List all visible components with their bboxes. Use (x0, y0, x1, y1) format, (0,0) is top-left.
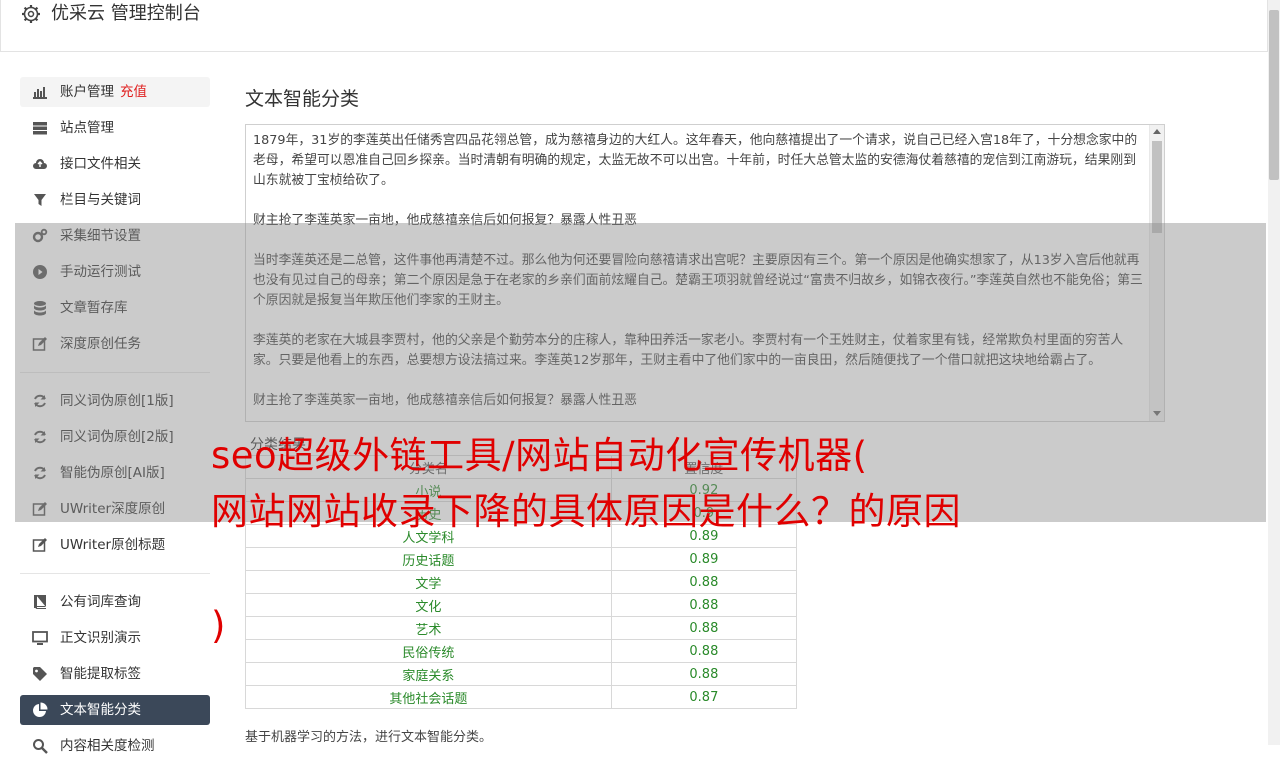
category-cell: 其他社会话题 (245, 685, 612, 709)
sidebar-item-columns-keywords[interactable]: 栏目与关键词 (20, 185, 210, 215)
text-paragraph: 1879年，31岁的李莲英出任储秀宫四品花翎总管，成为慈禧身边的大红人。这年春天… (253, 133, 1138, 188)
sidebar-item-relevance-check[interactable]: 内容相关度检测 (20, 731, 210, 761)
sidebar-item-label: 文本智能分类 (60, 702, 141, 718)
top-bar: 优采云 管理控制台 (0, 0, 1268, 52)
gear-icon (22, 5, 40, 23)
headline-line-1: seo超级外链工具/网站自动化宣传机器( (211, 434, 868, 477)
sidebar-item-label: 公有词库查询 (60, 594, 141, 610)
confidence-cell: 0.88 (610, 616, 798, 640)
book-icon (34, 595, 46, 609)
filter-icon (34, 194, 46, 206)
table-row: 艺术 0.88 (245, 616, 798, 640)
sidebar-item-text-classification[interactable]: 文本智能分类 (20, 695, 210, 725)
recharge-link[interactable]: 充值 (120, 84, 147, 100)
search-icon (33, 739, 48, 754)
edit-icon (32, 538, 47, 552)
confidence-cell: 0.88 (610, 593, 798, 617)
monitor-icon (32, 631, 48, 645)
table-row: 家庭关系 0.88 (245, 662, 798, 686)
sidebar-item-account[interactable]: 账户管理 充值 (20, 77, 210, 107)
category-cell: 民俗传统 (245, 639, 612, 663)
sidebar-item-sites[interactable]: 站点管理 (20, 113, 210, 143)
category-cell: 文学 (245, 570, 612, 594)
tag-icon (33, 667, 47, 681)
sidebar-item-label: 内容相关度检测 (60, 738, 155, 754)
category-cell: 历史话题 (245, 547, 612, 571)
table-row: 民俗传统 0.88 (245, 639, 798, 663)
confidence-cell: 0.88 (610, 570, 798, 594)
headline-line-2: 网站网站收录下降的具体原因是什么？的原因 (211, 490, 961, 533)
confidence-cell: 0.89 (610, 547, 798, 571)
sidebar-item-interface-files[interactable]: 接口文件相关 (20, 149, 210, 179)
overlay-headline: seo超级外链工具/网站自动化宣传机器( 网站网站收录下降的具体原因是什么？的原… (211, 428, 1091, 647)
table-row: 文化 0.88 (245, 593, 798, 617)
footnote: 基于机器学习的方法，进行文本智能分类。 (245, 730, 493, 745)
pie-chart-icon (33, 702, 48, 717)
sidebar-item-public-lexicon[interactable]: 公有词库查询 (20, 587, 210, 617)
sidebar-divider (20, 573, 210, 574)
scroll-up-icon[interactable] (1153, 129, 1161, 134)
cloud-upload-icon (33, 159, 47, 169)
sidebar-item-label: 接口文件相关 (60, 156, 141, 172)
category-cell: 文化 (245, 593, 612, 617)
page-scrollbar-thumb[interactable] (1269, 10, 1279, 180)
sidebar-item-label: 站点管理 (60, 120, 114, 136)
sidebar-item-uwriter-title[interactable]: UWriter原创标题 (20, 530, 210, 560)
sidebar-item-label: 账户管理 (60, 84, 114, 100)
sidebar-item-text-recognition[interactable]: 正文识别演示 (20, 623, 210, 653)
category-cell: 家庭关系 (245, 662, 612, 686)
confidence-cell: 0.87 (610, 685, 798, 709)
sidebar-item-label: 栏目与关键词 (60, 192, 141, 208)
app-title: 优采云 管理控制台 (51, 3, 201, 24)
sidebar-item-label: 正文识别演示 (60, 630, 141, 646)
confidence-cell: 0.88 (610, 662, 798, 686)
confidence-cell: 0.88 (610, 639, 798, 663)
page-title: 文本智能分类 (245, 88, 360, 110)
server-icon (33, 122, 47, 135)
category-cell: 艺术 (245, 616, 612, 640)
table-row: 文学 0.88 (245, 570, 798, 594)
headline-line-3: ) (211, 604, 226, 647)
table-row: 历史话题 0.89 (245, 547, 798, 571)
bar-chart-icon (33, 87, 47, 99)
sidebar-item-label: 智能提取标签 (60, 666, 141, 682)
sidebar-item-extract-tags[interactable]: 智能提取标签 (20, 659, 210, 689)
table-row: 其他社会话题 0.87 (245, 685, 798, 709)
sidebar-item-label: UWriter原创标题 (60, 537, 166, 553)
page-scrollbar[interactable] (1268, 0, 1280, 745)
text-area-scrollbar-thumb[interactable] (1152, 141, 1162, 233)
